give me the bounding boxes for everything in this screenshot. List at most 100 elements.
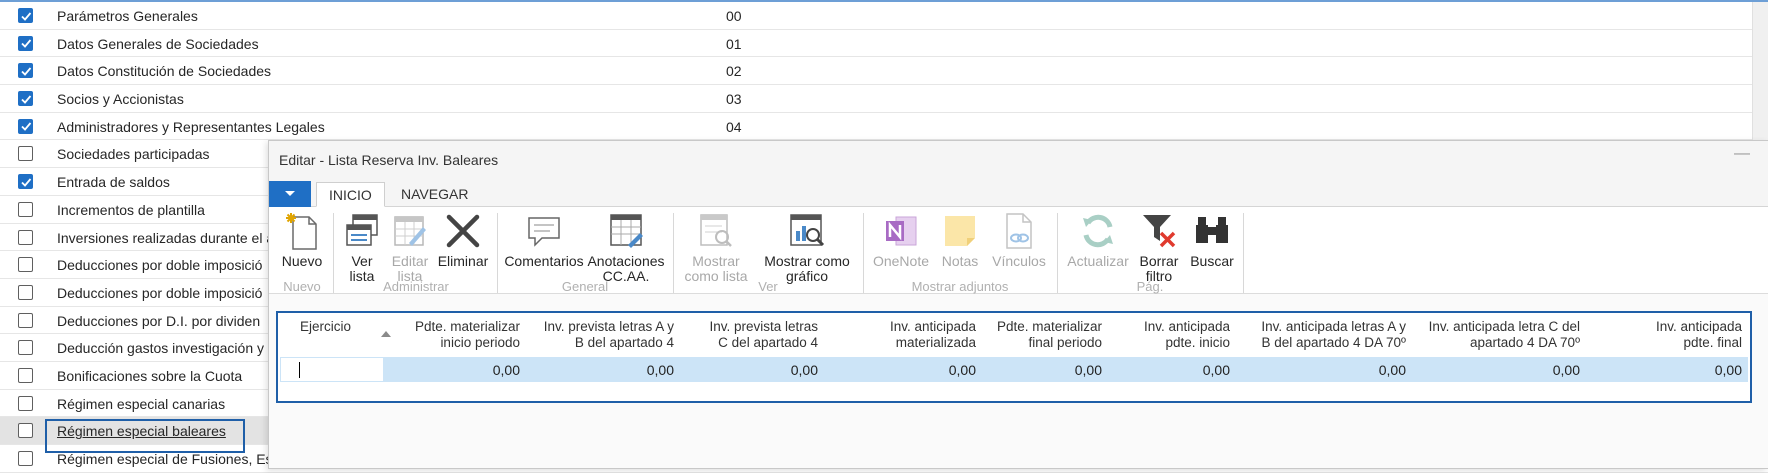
onenote-button[interactable]: OneNote [869,210,933,269]
row-checkbox[interactable] [18,367,33,383]
header-inv-anticipada-pdte-final[interactable]: Inv. anticipada pdte. final [1588,319,1742,351]
cell-inv-anticipada-pdte-final[interactable]: 0,00 [1590,362,1742,378]
header-inv-anticipada-materializada[interactable]: Inv. anticipada materializada [838,319,976,351]
header-inv-anticipada-ab-da70[interactable]: Inv. anticipada letras A y B del apartad… [1236,319,1406,351]
row-checkbox[interactable] [18,63,33,79]
cell-inv-prevista-c[interactable]: 0,00 [680,362,818,378]
header-inv-prevista-c[interactable]: Inv. prevista letras C del apartado 4 [678,319,818,351]
vinculos-button[interactable]: Vínculos [987,210,1051,269]
editar-lista-button[interactable]: Editar lista [389,210,431,284]
mostrar-lista-label-1: Mostrar [692,253,740,269]
row-checkbox[interactable] [18,451,33,466]
table-row[interactable]: 0,00 0,00 0,00 0,00 0,00 0,00 0,00 0,00 … [280,357,1748,382]
cell-inv-anticipada-materializada[interactable]: 0,00 [840,362,976,378]
list-item-label: Régimen especial baleares [57,423,226,440]
list-item-label: Régimen especial canarias [57,395,226,412]
list-item[interactable]: Datos Generales de Sociedades 01 [0,30,1768,58]
header-pdte-materializar-final[interactable]: Pdte. materializar final periodo [978,319,1102,351]
list-item[interactable]: Administradores y Representantes Legales… [0,113,1768,141]
actualizar-button[interactable]: Actualizar [1063,210,1133,269]
list-item-label: Deducciones por doble imposició [57,284,263,301]
list-item-label: Datos Generales de Sociedades [57,35,259,52]
chevron-down-icon [285,191,295,196]
list-item-label: Inversiones realizadas durante el a [57,229,275,246]
edit-dialog: Editar - Lista Reserva Inv. Baleares — I… [268,140,1768,469]
anotaciones-button[interactable]: Anotaciones CC.AA. [585,210,667,284]
row-checkbox[interactable] [18,118,33,134]
cell-inv-prevista-ab[interactable]: 0,00 [528,362,674,378]
row-checkbox[interactable] [18,174,33,190]
list-item-label: Sociedades participadas [57,146,210,163]
mostrar-como-lista-button[interactable]: Mostrar como lista [679,210,753,284]
header-label: final periodo [1028,335,1102,350]
mostrar-como-grafico-button[interactable]: Mostrar como gráfico [757,210,857,284]
ejercicio-input[interactable] [280,357,384,382]
data-grid: Ejercicio Pdte. materializar inicio peri… [276,311,1752,403]
ver-lista-button[interactable]: Ver lista [341,210,383,284]
buscar-button[interactable]: Buscar [1187,210,1237,269]
nuevo-button[interactable]: Nuevo [279,210,325,269]
header-label: Pdte. materializar [414,319,520,334]
header-inv-prevista-ab[interactable]: Inv. prevista letras A y B del apartado … [526,319,674,351]
cell-pdte-materializar-final[interactable]: 0,00 [980,362,1102,378]
ribbon-separator [1243,213,1244,293]
header-label: materializada [895,335,976,350]
ribbon-separator [863,213,864,293]
row-checkbox[interactable] [18,35,33,51]
actualizar-label: Actualizar [1067,253,1129,269]
header-pdte-materializar-inicio[interactable]: Pdte. materializar inicio periodo [388,319,520,351]
clear-filter-icon [1143,215,1176,248]
list-item[interactable]: Parámetros Generales 00 [0,2,1768,30]
header-inv-anticipada-c-da70[interactable]: Inv. anticipada letra C del apartado 4 D… [1410,319,1580,351]
row-checkbox[interactable] [18,146,33,162]
header-label: Pdte. materializar [996,319,1102,334]
onenote-label: OneNote [872,253,930,269]
ribbon-separator [1057,213,1058,293]
tab-inicio[interactable]: INICIO [316,182,385,207]
comentarios-label: Comentarios [504,253,584,269]
note-icon [945,216,975,246]
cell-pdte-materializar-inicio[interactable]: 0,00 [390,362,520,378]
list-item-label: Bonificaciones sobre la Cuota [57,367,243,384]
checkmark-icon [20,11,31,21]
row-checkbox[interactable] [18,284,33,300]
edit-list-icon [394,216,426,246]
header-ejercicio[interactable]: Ejercicio [300,319,351,335]
header-inv-anticipada-pdte-inicio[interactable]: Inv. anticipada pdte. inicio [1108,319,1230,351]
comentarios-button[interactable]: Comentarios [503,210,585,269]
header-label: B del apartado 4 [574,335,674,350]
row-checkbox[interactable] [18,229,33,245]
tab-navegar[interactable]: NAVEGAR [389,182,480,207]
cell-inv-anticipada-ab-da70[interactable]: 0,00 [1238,362,1406,378]
list-item[interactable]: Datos Constitución de Sociedades 02 [0,57,1768,86]
minimize-icon[interactable]: — [1734,145,1750,163]
row-checkbox[interactable] [18,395,33,411]
new-document-icon [286,213,317,250]
list-item-label: Régimen especial de Fusiones, Es [57,451,273,467]
cell-inv-anticipada-c-da70[interactable]: 0,00 [1412,362,1580,378]
row-checkbox[interactable] [18,257,33,273]
row-checkbox[interactable] [18,201,33,217]
list-item-label: Administradores y Representantes Legales [57,118,325,135]
row-checkbox[interactable] [18,340,33,356]
row-checkbox[interactable] [18,8,33,23]
group-label-general: General [561,279,609,294]
list-item-label: Deducción gastos investigación y [57,340,265,357]
dialog-titlebar[interactable]: Editar - Lista Reserva Inv. Baleares — [269,141,1768,179]
app-menu-button[interactable] [269,181,311,207]
checkmark-icon [20,67,31,76]
row-checkbox[interactable] [18,423,33,439]
list-item[interactable]: Socios y Accionistas 03 [0,85,1768,113]
annotations-icon [610,214,643,248]
borrar-filtro-label-1: Borrar [1139,253,1179,269]
eliminar-button[interactable]: Eliminar [435,210,491,269]
ribbon-separator [333,213,334,293]
borrar-filtro-button[interactable]: Borrar filtro [1133,210,1185,284]
group-label-nuevo: Nuevo [283,279,321,294]
row-checkbox[interactable] [18,312,33,328]
ribbon-separator [497,213,498,293]
vinculos-label: Vínculos [992,253,1046,269]
row-checkbox[interactable] [18,91,33,107]
notas-button[interactable]: Notas [937,210,983,269]
cell-inv-anticipada-pdte-inicio[interactable]: 0,00 [1110,362,1230,378]
